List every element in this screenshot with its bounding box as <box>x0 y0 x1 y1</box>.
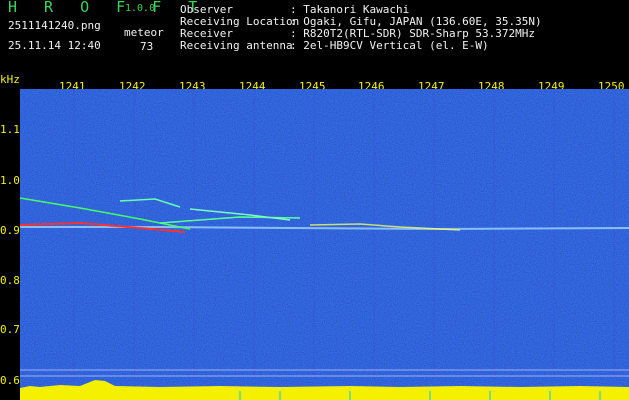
noise-texture <box>20 89 629 400</box>
y-tick-label: 0.7 <box>0 323 20 336</box>
file-name: 2511141240.png <box>8 19 101 32</box>
meteor-label: meteor <box>124 26 164 39</box>
y-tick-label: 1.0 <box>0 174 20 187</box>
meteor-count: 73 <box>140 40 154 53</box>
y-axis-unit: kHz <box>0 73 20 86</box>
app-version: 1.0.0 <box>125 3 156 14</box>
app-logo: H R O F F T <box>8 0 207 16</box>
y-tick-label: 0.9 <box>0 224 20 237</box>
spectrogram <box>20 89 629 400</box>
antenna-label: Receiving antenna <box>180 39 293 52</box>
y-tick-label: 0.6 <box>0 374 20 387</box>
hrofft-window: { "app": { "logo": "H R O F F T", "versi… <box>0 0 629 400</box>
file-datetime: 25.11.14 12:40 <box>8 39 101 52</box>
y-tick-label: 1.1 <box>0 123 20 136</box>
y-tick-label: 0.8 <box>0 274 20 287</box>
antenna-value: : 2el-HB9CV Vertical (el. E-W) <box>290 39 489 52</box>
